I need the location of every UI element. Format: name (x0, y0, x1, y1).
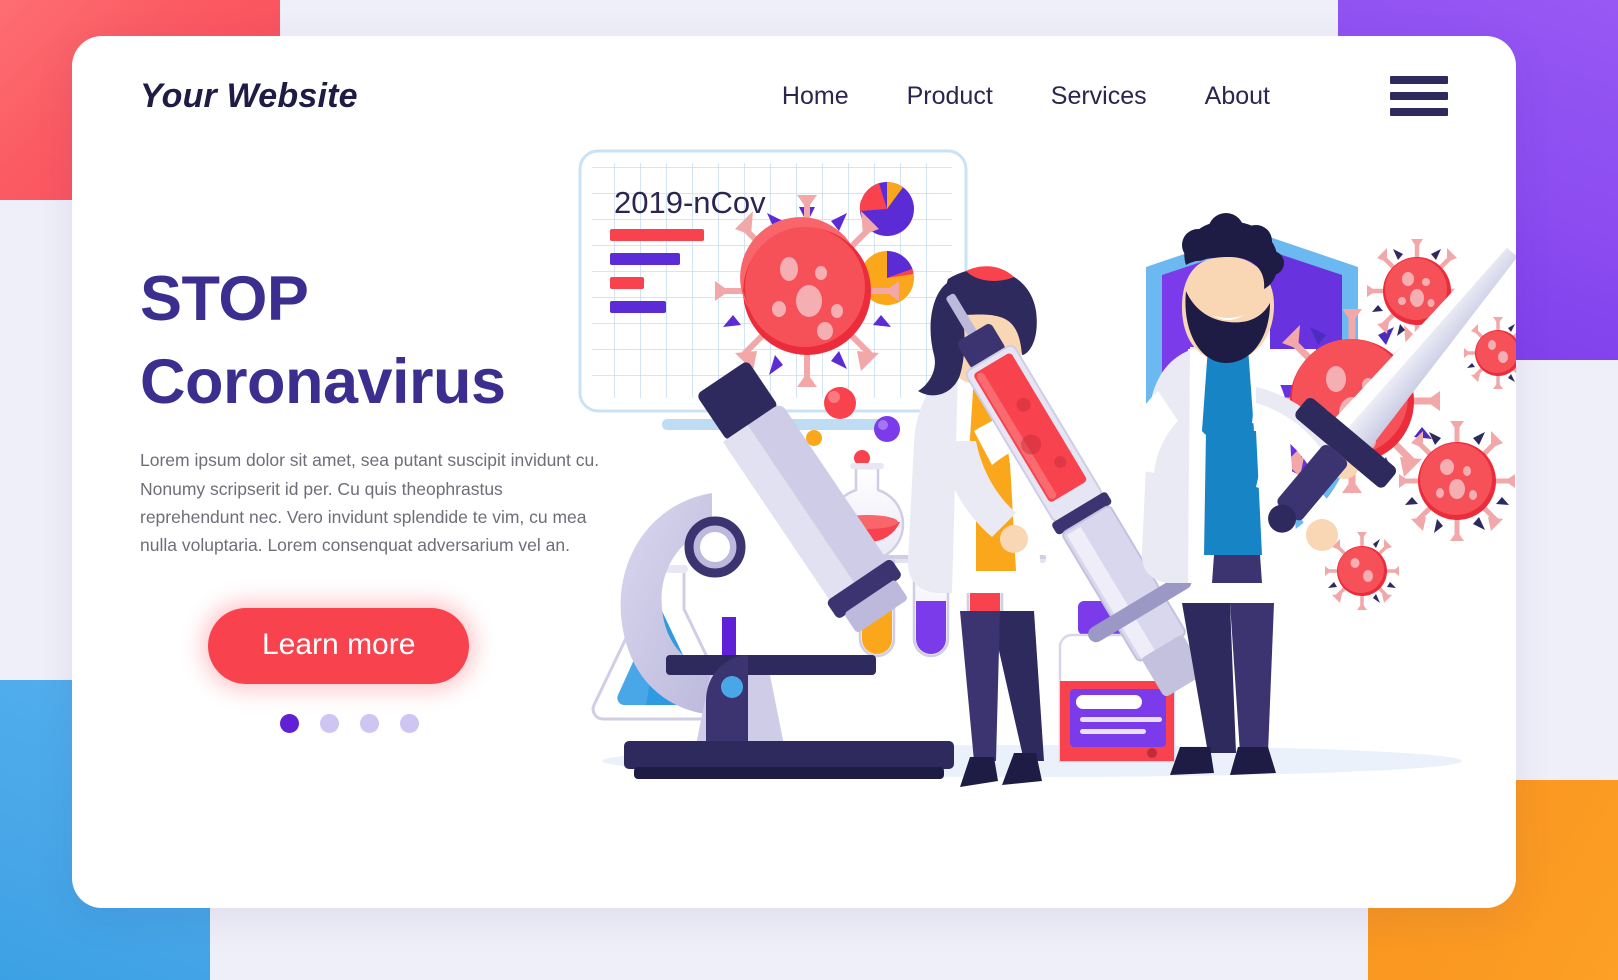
hamburger-bar (1390, 76, 1448, 84)
chart-bar (610, 301, 666, 313)
hero-illustration: 2019-nCov (562, 141, 1516, 841)
microscope-stage (666, 655, 876, 675)
carousel-dot-1[interactable] (280, 713, 299, 733)
chart-bar (610, 253, 680, 265)
site-logo[interactable]: Your Website (140, 77, 358, 116)
page-title-line-1: STOP (140, 264, 309, 334)
nav-item-product[interactable]: Product (907, 82, 993, 111)
hero-paragraph: Lorem ipsum dolor sit amet, sea putant s… (140, 450, 600, 556)
hamburger-bar (1390, 108, 1448, 116)
nav-item-about[interactable]: About (1205, 82, 1270, 111)
learn-more-button[interactable]: Learn more (208, 607, 470, 684)
landing-page-card: Your Website Home Product Services About… (72, 36, 1516, 908)
screen-title: 2019-nCov (614, 185, 766, 220)
hamburger-icon[interactable] (1390, 76, 1448, 116)
carousel-dot-2[interactable] (320, 713, 339, 733)
nav-item-home[interactable]: Home (782, 82, 849, 111)
carousel-dot-4[interactable] (400, 713, 419, 733)
microscope-base (624, 741, 954, 769)
hamburger-bar (1390, 92, 1448, 100)
site-header: Your Website Home Product Services About (72, 36, 1516, 156)
floating-ball-red (824, 387, 856, 419)
virus-large-screen (715, 195, 899, 387)
main-navigation: Home Product Services About (782, 76, 1448, 116)
nav-item-services[interactable]: Services (1051, 82, 1147, 111)
data-screen: 2019-nCov (578, 149, 968, 430)
page-title-line-2: Coronavirus (140, 347, 506, 418)
chart-bar (610, 229, 704, 241)
floating-ball-purple (874, 416, 900, 442)
chart-bar (610, 277, 644, 289)
carousel-dot-3[interactable] (360, 713, 379, 733)
